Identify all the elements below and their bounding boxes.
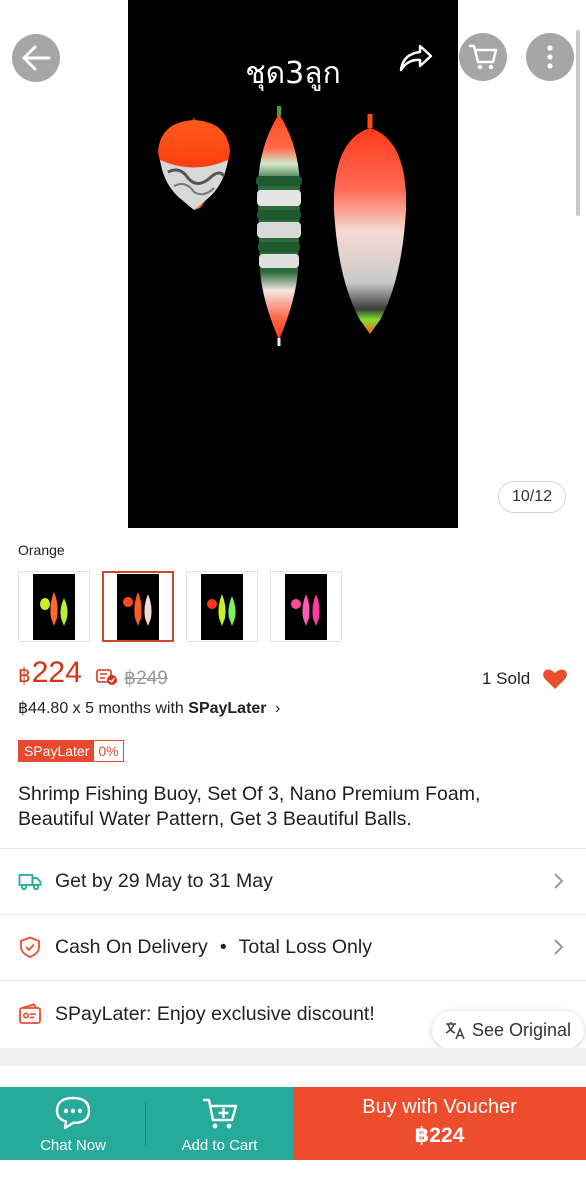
price-value: 224 [31, 656, 82, 689]
cod-extra: Total Loss Only [238, 935, 372, 958]
truck-icon [18, 874, 42, 891]
back-arrow-icon [22, 45, 51, 71]
chat-now-button[interactable]: Chat Now [0, 1087, 146, 1160]
spaylater-badge-name: SPayLater [19, 741, 95, 761]
shield-check-icon [20, 936, 40, 958]
installment-info[interactable]: ฿44.80 x 5 months with SPayLater › [18, 698, 280, 718]
see-original-label: See Original [472, 1019, 572, 1040]
product-title: Shrimp Fishing Buoy, Set Of 3, Nano Prem… [18, 783, 481, 830]
cod-row[interactable]: Cash On Delivery • Total Loss Only [0, 915, 586, 979]
buy-price: ฿224 [414, 1124, 465, 1147]
variation-thumbnail-4[interactable] [270, 571, 342, 642]
cod-text: Cash On Delivery • Total Loss Only [55, 936, 372, 959]
variation-thumbnail-2[interactable] [102, 571, 174, 642]
sold-count: 1 Sold [482, 669, 531, 688]
currency-symbol: ฿ [18, 665, 31, 687]
cart-icon [469, 44, 498, 70]
add-to-cart-button[interactable]: Add to Cart [146, 1087, 293, 1160]
product-image-gallery[interactable]: ชุด3ลูก 10/12 [0, 0, 586, 530]
variation-thumbnail-3[interactable] [186, 571, 258, 642]
add-to-cart-icon [202, 1098, 237, 1129]
cod-label: Cash On Delivery [55, 935, 208, 958]
heart-icon[interactable] [542, 668, 568, 690]
share-icon [399, 44, 433, 72]
spaylater-badge-rate: 0% [94, 741, 123, 761]
section-gap [0, 1048, 586, 1066]
promo-text: SPayLater: Enjoy exclusive discount! [55, 1002, 375, 1025]
wallet-icon [19, 1003, 41, 1024]
cart-button[interactable] [459, 33, 507, 81]
more-options-button[interactable] [526, 33, 574, 81]
thumbnail-image [207, 593, 236, 626]
variation-thumbnail-1[interactable] [18, 571, 90, 642]
coin-cashback-icon [96, 669, 117, 685]
delivery-text: Get by 29 May to 31 May [55, 869, 273, 892]
image-counter: 10/12 [498, 481, 566, 513]
current-price: ฿ 224 [18, 656, 82, 690]
thumbnail-image [123, 591, 152, 626]
share-button[interactable] [392, 36, 440, 80]
scrollbar[interactable] [576, 30, 580, 216]
buy-with-voucher-button[interactable]: Buy with Voucher ฿224 [293, 1087, 586, 1160]
divider [0, 980, 586, 981]
original-price: ฿249 [124, 668, 168, 689]
see-original-button[interactable]: See Original [432, 1011, 584, 1049]
separator-dot: • [219, 935, 227, 958]
buy-label: Buy with Voucher [362, 1096, 517, 1118]
thumbnail-image [291, 593, 320, 626]
chevron-right-icon [554, 873, 564, 889]
add-to-cart-label: Add to Cart [181, 1137, 258, 1154]
chevron-right-icon: › [274, 700, 281, 717]
delivery-row[interactable]: Get by 29 May to 31 May [0, 849, 586, 913]
back-button[interactable] [12, 34, 60, 82]
installment-brand: SPayLater [188, 700, 267, 717]
spaylater-badge: SPayLater 0% [18, 740, 124, 762]
chevron-right-icon [554, 939, 564, 955]
chat-icon [55, 1096, 91, 1130]
more-vertical-icon [547, 45, 553, 69]
installment-text: ฿44.80 x 5 months with [18, 700, 189, 717]
bottom-action-bar: Chat Now Add to Cart Buy with Voucher ฿2… [0, 1087, 586, 1160]
chat-now-label: Chat Now [40, 1137, 106, 1154]
translate-icon [445, 1022, 465, 1040]
thumbnail-image [40, 591, 68, 626]
variation-label: Orange [18, 542, 65, 558]
